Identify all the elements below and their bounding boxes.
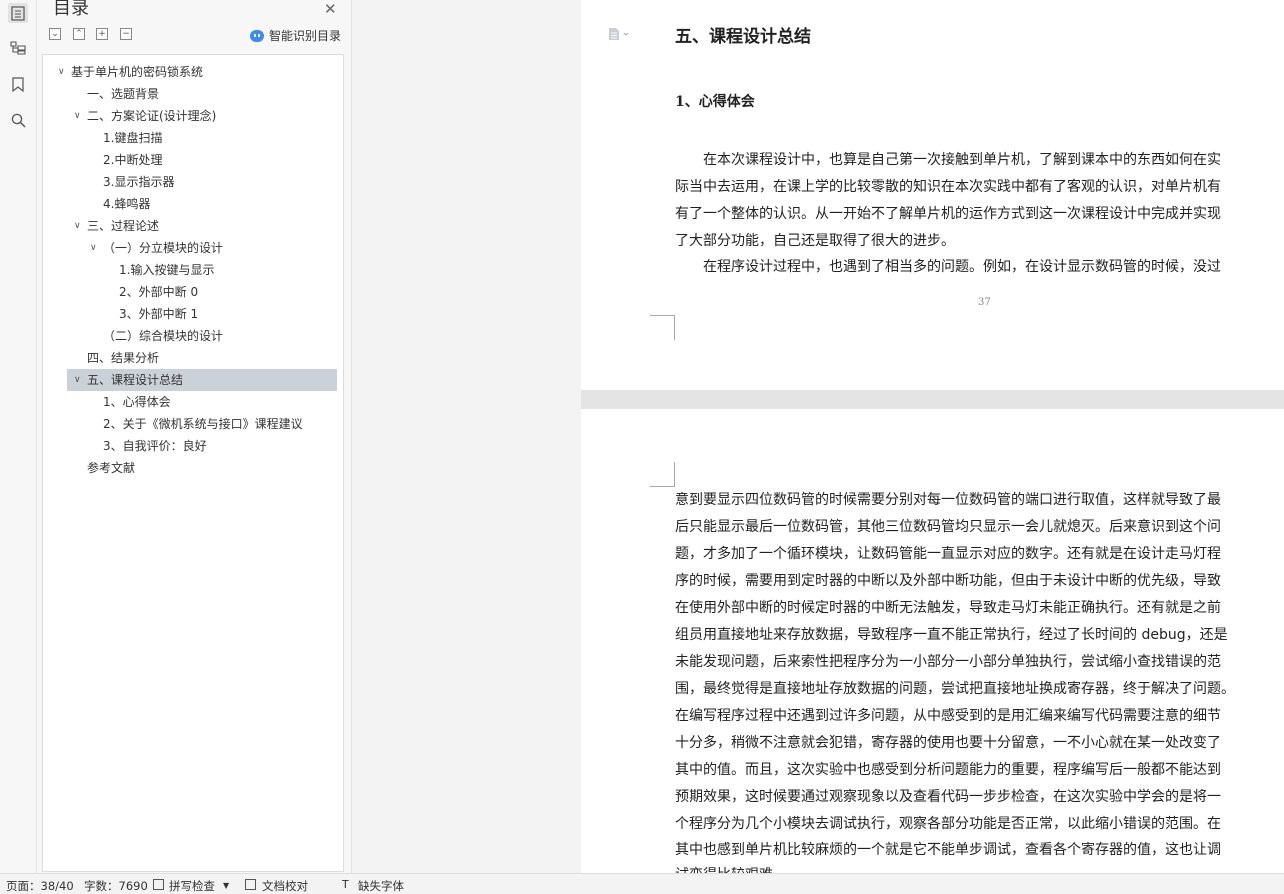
paragraph-line[interactable]: 其中也感到单片机比较麻烦的一个就是它不能单步调试，查看各个寄存器的值，这也让调 <box>675 839 1221 859</box>
add-item-icon[interactable]: + <box>96 28 108 40</box>
toc-item-label: 4.蜂鸣器 <box>103 197 151 211</box>
page-gap <box>581 390 1284 409</box>
toc-item[interactable]: 四、结果分析 <box>43 347 343 369</box>
collapse-all-icon[interactable]: ⌄ <box>49 28 61 40</box>
chevron-down-icon[interactable]: ∨ <box>74 369 81 391</box>
paragraph-line[interactable]: 意到要显示四位数码管的时候需要分别对每一位数码管的端口进行取值，这样就导致了最 <box>675 489 1221 509</box>
toc-item[interactable]: 1.输入按键与显示 <box>43 259 343 281</box>
paragraph-line[interactable]: 有了一个整体的认识。从一开始不了解单片机的运作方式到这一次课程设计中完成并实现 <box>675 203 1221 223</box>
toc-item-label: 三、过程论述 <box>87 219 160 233</box>
margin-corner-mark <box>650 315 675 340</box>
toc-item-label: 二、方案论证(设计理念) <box>87 109 217 123</box>
chevron-down-icon[interactable]: ∨ <box>58 61 65 83</box>
word-count[interactable]: 字数：7690 <box>84 878 148 894</box>
toc-item-label: 基于单片机的密码锁系统 <box>71 65 204 79</box>
toc-item[interactable]: 2.中断处理 <box>43 149 343 171</box>
paragraph-line[interactable]: 个程序分为几个小模块去调试执行，观察各部分功能是否正常，以此缩小错误的范围。在 <box>675 813 1221 833</box>
toc-tree: ∨ 基于单片机的密码锁系统 一、选题背景 ∨ 二、方案论证(设计理念) 1.键盘… <box>42 54 344 872</box>
toc-item-label: （二）综合模块的设计 <box>103 329 224 343</box>
outline-icon[interactable] <box>8 37 28 57</box>
proofread-button[interactable]: 文档校对 <box>262 878 308 894</box>
toc-item[interactable]: 1、心得体会 <box>43 391 343 413</box>
toc-item-label: 1、心得体会 <box>103 395 171 409</box>
missing-font-button[interactable]: 缺失字体 <box>358 878 404 894</box>
toc-item-label: 3.显示指示器 <box>103 175 175 189</box>
chevron-down-icon[interactable]: ▼ <box>223 881 229 890</box>
paragraph-line[interactable]: 其中的值。而且，这次实验中也感受到分析问题能力的重要，程序编写后一般都不能达到 <box>675 759 1221 779</box>
chevron-down-icon[interactable]: ∨ <box>74 105 81 127</box>
remove-item-icon[interactable]: − <box>120 28 132 40</box>
paragraph-line[interactable]: 试变得比较艰难。 <box>675 864 787 873</box>
proofread-icon[interactable] <box>245 879 256 890</box>
heading-1[interactable]: 五、课程设计总结 <box>675 22 811 47</box>
toc-item-label: 四、结果分析 <box>87 351 160 365</box>
spell-check-button[interactable]: 拼写检查 <box>169 878 215 894</box>
toc-item-label: 1.输入按键与显示 <box>119 263 215 277</box>
left-tool-rail <box>0 0 37 873</box>
toc-item[interactable]: 2、关于《微机系统与接口》课程建议 <box>43 413 343 435</box>
toc-item[interactable]: ∨ 三、过程论述 <box>43 215 343 237</box>
smart-toc-label: 智能识别目录 <box>269 29 342 43</box>
search-icon[interactable] <box>8 110 28 130</box>
toc-item[interactable]: 2、外部中断 0 <box>43 281 343 303</box>
smart-ai-icon <box>250 29 264 42</box>
toc-item-label: 3、外部中断 1 <box>119 307 199 321</box>
toc-icon[interactable] <box>8 3 28 23</box>
toc-item-label: 五、课程设计总结 <box>87 373 184 387</box>
toc-item[interactable]: ∨ （一）分立模块的设计 <box>43 237 343 259</box>
page-indicator[interactable]: 页面：38/40 <box>6 878 74 894</box>
toc-item[interactable]: 3、外部中断 1 <box>43 303 343 325</box>
document-icon[interactable] <box>608 26 629 40</box>
paragraph-line[interactable]: 未能发现问题，后来索性把程序分为一小部分一小部分单独执行，尝试缩小查找错误的范 <box>675 651 1221 671</box>
margin-corner-mark <box>650 462 675 487</box>
bookmark-icon[interactable] <box>8 74 28 94</box>
spell-check-icon[interactable] <box>153 879 164 890</box>
toc-item[interactable]: 一、选题背景 <box>43 83 343 105</box>
toc-item[interactable]: ∨ 二、方案论证(设计理念) <box>43 105 343 127</box>
toc-panel: 目录 ✕ ⌄ ⌃ + − 智能识别目录 ∨ 基于单片机的密码锁系统 一、选题背景… <box>37 0 352 873</box>
toc-item[interactable]: 1.键盘扫描 <box>43 127 343 149</box>
expand-up-icon[interactable]: ⌃ <box>73 28 85 40</box>
paragraph-line[interactable]: 预期效果，这时候要通过观察现象以及查看代码一步步检查，在这次实验中学会的是将一 <box>675 786 1221 806</box>
toc-item[interactable]: 3.显示指示器 <box>43 171 343 193</box>
toc-item[interactable]: ∨ 基于单片机的密码锁系统 <box>43 61 343 83</box>
status-bar: 页面：38/40 字数：7690 拼写检查 ▼ 文档校对 T 缺失字体 <box>0 873 1284 894</box>
toc-item-label: 2.中断处理 <box>103 153 163 167</box>
toc-item-label: （一）分立模块的设计 <box>103 241 224 255</box>
toc-item-label: 一、选题背景 <box>87 87 160 101</box>
toc-item-label: 2、外部中断 0 <box>119 285 199 299</box>
toc-item-selected[interactable]: ∨ 五、课程设计总结 <box>67 369 337 391</box>
paragraph-line[interactable]: 了大部分功能，自己还是取得了很大的进步。 <box>675 230 955 250</box>
toc-item-label: 参考文献 <box>87 461 136 475</box>
toc-item-label: 2、关于《微机系统与接口》课程建议 <box>103 417 303 431</box>
page-number: 37 <box>978 297 991 308</box>
toc-title: 目录 <box>53 0 89 19</box>
heading-2[interactable]: 1、心得体会 <box>675 91 755 111</box>
paragraph-line[interactable]: 在编写程序过程中还遇到过许多问题，从中感受到的是用汇编来编写代码需要注意的细节 <box>675 705 1221 725</box>
paragraph-line[interactable]: 组员用直接地址来存放数据，导致程序一直不能正常执行，经过了长时间的 debug，… <box>675 624 1228 644</box>
chevron-down-icon[interactable]: ∨ <box>90 237 97 259</box>
toc-item[interactable]: 4.蜂鸣器 <box>43 193 343 215</box>
chevron-down-icon[interactable]: ∨ <box>74 215 81 237</box>
paragraph-line[interactable]: 际当中去运用，在课上学的比较零散的知识在本次实践中都有了客观的认识，对单片机有 <box>675 176 1221 196</box>
paragraph-line[interactable]: 在使用外部中断的时候定时器的中断无法触发，导致走马灯未能正确执行。还有就是之前 <box>675 597 1221 617</box>
paragraph-line[interactable]: 在本次课程设计中，也算是自己第一次接触到单片机，了解到课本中的东西如何在实 <box>675 149 1221 169</box>
toc-item-label: 3、自我评价：良好 <box>103 439 207 453</box>
paragraph-line[interactable]: 后只能显示最后一位数码管，其他三位数码管均只显示一会儿就熄灭。后来意识到这个问 <box>675 516 1221 536</box>
smart-toc-button[interactable]: 智能识别目录 <box>250 27 341 44</box>
close-icon[interactable]: ✕ <box>324 2 337 17</box>
paragraph-line[interactable]: 在程序设计过程中，也遇到了相当多的问题。例如，在设计显示数码管的时候，没过 <box>675 256 1221 276</box>
paragraph-line[interactable]: 序的时候，需要用到定时器的中断以及外部中断功能，但由于未设计中断的优先级，导致 <box>675 570 1221 590</box>
toc-item[interactable]: 3、自我评价：良好 <box>43 435 343 457</box>
toc-item-label: 1.键盘扫描 <box>103 131 163 145</box>
missing-font-icon[interactable]: T <box>342 878 349 891</box>
toc-item[interactable]: （二）综合模块的设计 <box>43 325 343 347</box>
toc-item[interactable]: 参考文献 <box>43 457 343 479</box>
paragraph-line[interactable]: 题，才多加了一个循环模块，让数码管能一直显示对应的数字。还有就是在设计走马灯程 <box>675 543 1221 563</box>
paragraph-line[interactable]: 围，最终觉得是直接地址存放数据的问题，尝试把直接地址换成寄存器，终于解决了问题。 <box>675 678 1235 698</box>
paragraph-line[interactable]: 十分多，稍微不注意就会犯错，寄存器的使用也要十分留意，一不小心就在某一处改变了 <box>675 732 1221 752</box>
